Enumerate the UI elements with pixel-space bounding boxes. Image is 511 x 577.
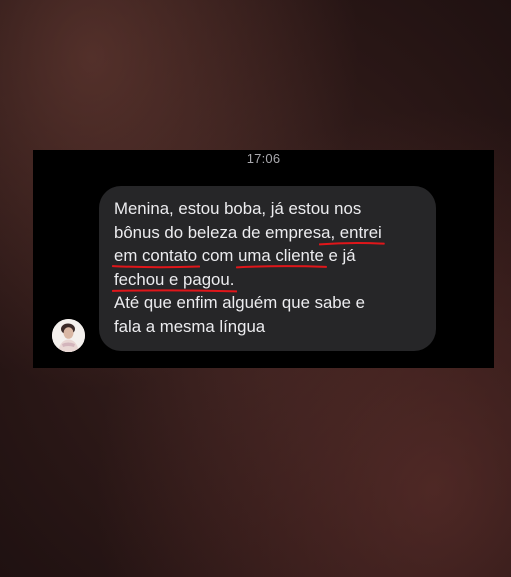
- highlighted-segment: fechou e pagou.: [112, 269, 238, 293]
- message-line: Até que enfim alguém que sabe e: [114, 291, 426, 315]
- message-segment: bônus do beleza de empres: [114, 222, 322, 242]
- message-text: Menina, estou boba, já estou nos bônus d…: [112, 197, 426, 339]
- message-segment: fala a mesma língua: [114, 316, 266, 336]
- message-line: bônus do beleza de empresa, entrei: [114, 221, 426, 245]
- message-bubble[interactable]: Menina, estou boba, já estou nos bônus d…: [99, 186, 436, 351]
- message-segment: e já: [323, 246, 356, 266]
- message-segment: Até que enfim alguém que sabe e: [114, 293, 365, 313]
- message-timestamp: 17:06: [246, 151, 281, 166]
- message-segment: em contato: [114, 246, 198, 266]
- avatar-image: [52, 319, 85, 352]
- highlighted-segment: uma cliente: [236, 246, 327, 269]
- message-segment: fechou e pagou.: [114, 269, 235, 289]
- highlighted-segment: em contato: [112, 246, 201, 269]
- message-segment: Menina, estou boba, já estou nos: [114, 199, 362, 218]
- contact-avatar[interactable]: [52, 319, 85, 352]
- message-line: fala a mesma língua: [114, 315, 426, 339]
- chat-screenshot: 17:06 Menina, estou boba, já estou nos b…: [33, 150, 494, 368]
- highlighted-segment: a, entrei: [319, 222, 385, 245]
- message-line: Menina, estou boba, já estou nos: [114, 197, 426, 221]
- message-segment: uma cliente: [238, 246, 324, 266]
- message-segment: com: [197, 246, 239, 266]
- message-line: em contato com uma cliente e já: [112, 244, 426, 269]
- message-line: fechou e pagou.: [112, 268, 426, 293]
- message-segment: a, entrei: [321, 222, 382, 242]
